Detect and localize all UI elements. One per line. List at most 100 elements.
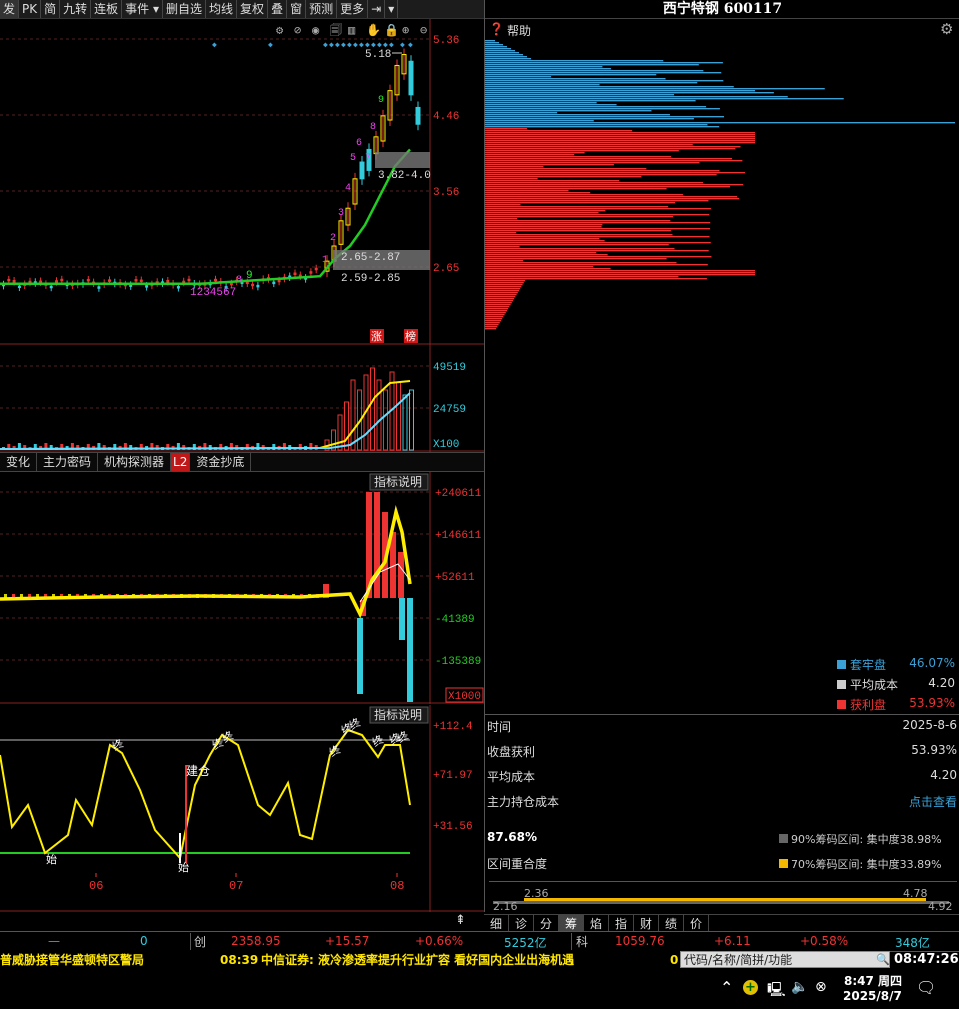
notification-icon[interactable]: 🗨 <box>916 978 936 997</box>
volume-icon[interactable]: 🔈 <box>791 979 808 995</box>
event-diamond-icon: ◆ <box>365 41 370 50</box>
chip-bar <box>485 278 707 280</box>
clock: 08:47:26 <box>894 952 959 967</box>
divider <box>485 714 959 715</box>
index-chuang[interactable]: 创 <box>190 933 206 950</box>
chart-tool-icon[interactable]: ▥ <box>348 24 356 38</box>
chip-bar <box>485 44 503 46</box>
chip-bar <box>485 162 700 164</box>
range-bar-90 <box>493 901 949 904</box>
toolbar-item-14[interactable]: ▾ <box>385 0 399 18</box>
legend-row-0: 套牢盘 46.07% <box>837 656 957 674</box>
chip-bar <box>485 166 544 168</box>
chart-tool-icon[interactable]: ◉ <box>312 24 319 38</box>
chip-bar <box>485 126 720 128</box>
badge-zhang-label: 涨 <box>371 330 382 344</box>
chip-bar <box>485 238 600 240</box>
toolbar-item-6[interactable]: 删自选 <box>163 0 207 18</box>
chip-bar <box>485 292 518 294</box>
chip-bar <box>485 130 633 132</box>
chart-tool-icon[interactable]: 🔒 <box>384 23 399 38</box>
chip-bar <box>485 76 552 78</box>
indicator-explain-button[interactable]: 指标说明 <box>374 474 422 490</box>
price-range-label: 3.82-4.0 <box>378 170 431 182</box>
month-label: 08 <box>390 879 404 893</box>
chip-bar <box>485 268 611 270</box>
toolbar-item-8[interactable]: 复权 <box>237 0 269 18</box>
indicator-axis-label: -41389 <box>435 614 475 626</box>
toolbar-item-3[interactable]: 九转 <box>60 0 92 18</box>
chip-bar <box>485 240 605 242</box>
volume-bar <box>298 444 302 450</box>
chip-bar <box>485 188 667 190</box>
news-ticker[interactable]: 普威胁接管华盛顿特区警局 08:39 中信证券: 液冷渗透率提升行业扩容 看好国… <box>0 950 680 970</box>
subtab-0[interactable]: 变化 <box>0 453 38 471</box>
price-range-label: 2.59-2.85 <box>341 273 400 285</box>
toolbar-item-12[interactable]: 更多 <box>337 0 369 18</box>
chart-tool-icon[interactable]: ✋ <box>366 23 381 38</box>
capital-indicator-chart[interactable]: 指标说明 +240611 +146611 +52611 -41389 -135389 X10… <box>0 472 484 704</box>
chevron-up-icon[interactable]: ⌃ <box>720 978 733 997</box>
help-icon[interactable]: ❓ <box>489 22 504 36</box>
chart-tool-icon[interactable]: ⚙ <box>276 24 284 38</box>
chip-bar <box>485 180 620 182</box>
chip-bar <box>485 232 517 234</box>
event-diamond-icon: ◆ <box>359 41 364 50</box>
end-label: 终 <box>110 736 127 754</box>
subtab-3[interactable]: L2 <box>171 453 191 471</box>
toolbar-item-9[interactable]: 叠 <box>268 0 288 18</box>
toolbar-item-4[interactable]: 连板 <box>91 0 123 18</box>
help-link[interactable]: 帮助 <box>507 22 531 39</box>
volume-bar <box>350 379 356 451</box>
chip-bar <box>485 104 617 106</box>
toolbar-item-10[interactable]: 窗 <box>287 0 307 18</box>
toolbar-item-7[interactable]: 均线 <box>206 0 238 18</box>
subtab-1[interactable]: 主力密码 <box>37 453 99 471</box>
app-tray-icon[interactable]: + <box>743 980 758 995</box>
indicator-explain-button[interactable]: 指标说明 <box>374 707 422 723</box>
chip-bar <box>485 84 600 86</box>
chip-bar <box>485 60 664 62</box>
toolbar-item-13[interactable]: ⇥ <box>368 0 386 18</box>
chart-tool-icon[interactable]: ⊖ <box>420 24 427 38</box>
search-input[interactable]: 代码/名称/简拼/功能 <box>680 951 890 968</box>
search-icon[interactable]: 🔍 <box>876 953 890 966</box>
close-circle-icon[interactable]: ⊗ <box>815 979 827 995</box>
oscillator-axis-label: +31.56 <box>433 821 473 833</box>
capital-bar <box>398 552 404 598</box>
chip-bar <box>485 158 733 160</box>
subtab-4[interactable]: 资金抄底 <box>190 453 252 471</box>
toolbar-item-11[interactable]: 预测 <box>306 0 338 18</box>
candle <box>86 278 90 282</box>
kline-chart[interactable]: 3.82-4.02.65-2.872.59-2.855.1812345678 91… <box>0 19 484 345</box>
scroll-top-icon[interactable]: ⇞ <box>455 913 466 928</box>
sequence-label: 8 <box>236 275 242 286</box>
index-ke[interactable]: 科 <box>571 933 588 950</box>
chip-bar <box>485 124 708 126</box>
toolbar-item-1[interactable]: PK <box>19 0 42 18</box>
chip-bar <box>485 242 711 244</box>
oscillator-chart[interactable]: 指标说明始始建仓终 终终终终终终 终终+112.4+71.97+31.5606 07 0… <box>0 705 484 912</box>
volume-axis-mid: 24759 <box>433 404 466 416</box>
chip-bar <box>485 92 774 94</box>
volume-chart[interactable]: 49519 24759 X100 <box>0 345 484 452</box>
network-icon[interactable]: 🖳 <box>767 979 786 1003</box>
chip-bar <box>485 184 744 186</box>
subtab-2[interactable]: 机构探测器 <box>98 453 172 471</box>
chart-tool-icon[interactable]: ⊘ <box>294 24 301 38</box>
gear-icon[interactable]: ⚙ <box>940 20 953 38</box>
indicator-axis-label: +240611 <box>435 488 482 500</box>
chip-bar <box>485 48 511 50</box>
price-axis-label: 4.46 <box>433 111 459 123</box>
chip-bar <box>485 128 527 130</box>
chip-bar <box>485 46 507 48</box>
chart-tool-icon[interactable]: 🗐 <box>330 22 342 38</box>
indicator-tabs: 变化 主力密码 机构探测器 L2 资金抄底 <box>0 452 484 472</box>
chart-tool-icon[interactable]: ⊕ <box>402 24 409 38</box>
toolbar-item-0[interactable]: 发 <box>0 0 20 18</box>
toolbar-item-5[interactable]: 事件 ▾ <box>122 0 164 18</box>
info-row-3[interactable]: 主力持仓成本 点击查看 <box>487 793 957 813</box>
info-row-0: 时间 2025-8-6 <box>487 718 957 734</box>
toolbar-item-2[interactable]: 简 <box>41 0 61 18</box>
chip-bar <box>485 286 522 288</box>
